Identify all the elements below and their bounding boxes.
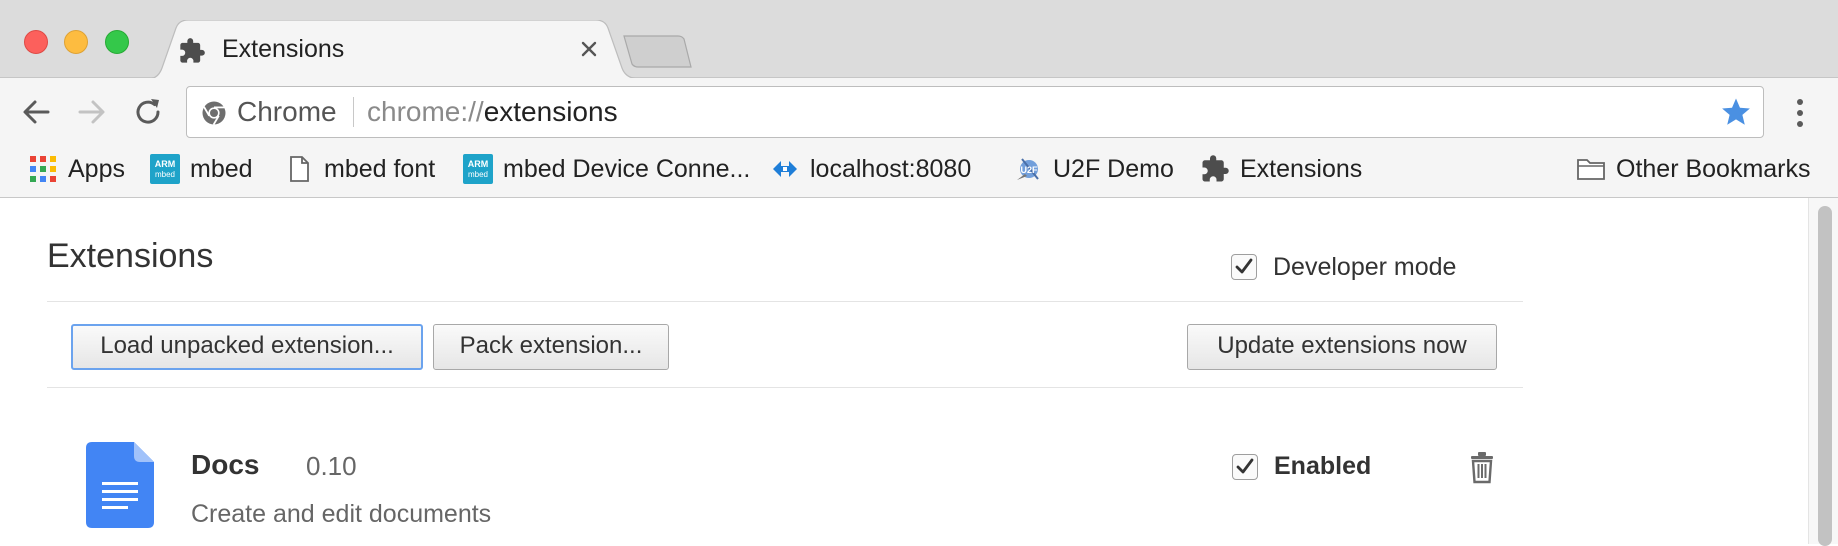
trash-icon[interactable]	[1468, 450, 1496, 484]
load-unpacked-button[interactable]: Load unpacked extension...	[71, 324, 423, 370]
extension-description: Create and edit documents	[191, 500, 492, 528]
diamond-arrows-icon	[773, 161, 797, 177]
bookmark-extensions[interactable]: Extensions	[1200, 153, 1362, 185]
bookmark-label: localhost:8080	[810, 154, 972, 183]
url-text[interactable]: chrome://extensions	[367, 96, 618, 128]
divider	[47, 387, 1523, 388]
bookmark-label: mbed Device Conne...	[503, 154, 751, 183]
puzzle-icon	[180, 38, 205, 63]
bookmark-apps[interactable]: Apps	[28, 153, 125, 185]
arm-mbed-icon: ARM mbed	[150, 154, 180, 184]
arm-mbed-icon: ARM mbed	[463, 154, 493, 184]
checkmark-icon	[1235, 258, 1253, 274]
developer-mode-label: Developer mode	[1273, 253, 1457, 281]
checkmark-icon	[1236, 458, 1254, 474]
update-extensions-button[interactable]: Update extensions now	[1187, 324, 1497, 370]
close-window-button[interactable]	[24, 30, 48, 54]
close-tab-icon[interactable]	[574, 34, 604, 64]
forward-arrow-icon[interactable]	[74, 94, 110, 130]
back-arrow-icon[interactable]	[18, 94, 54, 130]
menu-dots-icon[interactable]	[1786, 96, 1814, 130]
svg-text:U2F: U2F	[1020, 165, 1038, 175]
extension-version: 0.10	[306, 451, 357, 481]
enabled-checkbox[interactable]	[1232, 454, 1258, 480]
toolbar: Chrome chrome://extensions	[0, 78, 1838, 143]
divider	[47, 301, 1523, 302]
omnibox-separator	[353, 97, 354, 127]
developer-mode-checkbox[interactable]	[1231, 254, 1257, 280]
minimize-window-button[interactable]	[64, 30, 88, 54]
omnibox-chip: Chrome	[237, 96, 337, 127]
new-tab-button[interactable]	[622, 35, 692, 69]
tab-strip: Extensions	[0, 0, 1838, 79]
vertical-scrollbar[interactable]	[1808, 198, 1838, 546]
pack-extension-button[interactable]: Pack extension...	[433, 324, 669, 370]
maximize-window-button[interactable]	[105, 30, 129, 54]
document-icon	[290, 156, 309, 182]
bookmark-localhost[interactable]: localhost:8080	[770, 153, 971, 185]
svg-text:mbed: mbed	[468, 170, 488, 179]
url-host: extensions	[483, 96, 618, 127]
bookmark-label: mbed	[190, 154, 253, 183]
bookmark-label: U2F Demo	[1053, 154, 1174, 183]
reload-icon[interactable]	[130, 94, 166, 130]
bookmark-star-icon[interactable]	[1719, 95, 1753, 129]
u2f-icon: U2F	[1017, 158, 1039, 180]
bookmark-mbed-font[interactable]: mbed font	[284, 153, 435, 185]
bookmark-mbed-device-connector[interactable]: ARM mbed mbed Device Conne...	[463, 153, 750, 185]
tab-title: Extensions	[222, 35, 345, 63]
omnibox[interactable]: Chrome chrome://extensions	[186, 86, 1764, 138]
bookmark-label: Extensions	[1240, 154, 1363, 183]
page-title: Extensions	[47, 237, 214, 275]
svg-text:ARM: ARM	[468, 159, 489, 169]
bookmark-label: Apps	[68, 154, 125, 183]
tab-extensions[interactable]: Extensions	[148, 20, 640, 79]
puzzle-icon	[1202, 155, 1229, 182]
folder-icon	[1577, 159, 1605, 180]
bookmarks-bar: Apps ARM mbed mbed mbed font ARM mbed mb…	[0, 143, 1838, 198]
chrome-logo-icon	[202, 101, 226, 126]
svg-text:mbed: mbed	[155, 170, 175, 179]
enabled-label: Enabled	[1274, 452, 1372, 480]
scrollbar-thumb[interactable]	[1818, 206, 1832, 546]
svg-text:ARM: ARM	[155, 159, 176, 169]
bookmark-u2f-demo[interactable]: U2F U2F Demo	[1013, 153, 1174, 185]
bookmark-mbed[interactable]: ARM mbed mbed	[150, 153, 253, 185]
extension-name: Docs	[191, 449, 260, 480]
other-bookmarks-label: Other Bookmarks	[1616, 154, 1811, 183]
docs-icon	[86, 442, 154, 528]
url-scheme: chrome://	[367, 96, 484, 127]
extensions-page: Extensions Developer mode Load unpacked …	[0, 198, 1808, 544]
bookmark-label: mbed font	[324, 154, 436, 183]
apps-grid-icon	[30, 156, 56, 182]
other-bookmarks[interactable]: Other Bookmarks	[1576, 153, 1811, 185]
